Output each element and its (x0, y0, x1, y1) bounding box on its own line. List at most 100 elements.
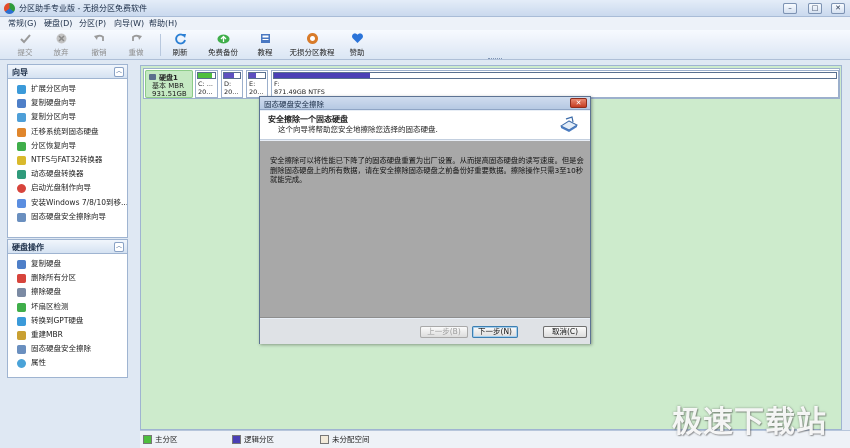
heart-icon (351, 33, 363, 43)
disk-op-label: 属性 (31, 358, 46, 368)
partition-d[interactable]: D: 20... (221, 70, 243, 98)
wizard-item-extend-partition[interactable]: 扩展分区向导 (8, 82, 127, 96)
tutorial-label: 教程 (257, 48, 273, 57)
partition-f[interactable]: F: 871.49GB NTFS (271, 70, 839, 98)
next-button[interactable]: 下一步(N) (472, 326, 518, 338)
dialog-close-button[interactable]: ✕ (570, 98, 587, 108)
wizard-panel: 向导 ︿ 扩展分区向导 复制硬盘向导 复制分区向导 迁移系统到固态硬盘 分区恢复… (7, 64, 128, 238)
apply-button[interactable]: 提交 (12, 32, 38, 58)
partition-f-size: 871.49GB NTFS (274, 88, 325, 96)
check-icon (19, 34, 31, 44)
wizard-item-label: 迁移系统到固态硬盘 (31, 126, 99, 136)
app-logo-icon (4, 3, 15, 14)
partition-c[interactable]: C: ... 20... (195, 70, 218, 98)
disk-op-wipe[interactable]: 擦除硬盘 (8, 285, 127, 299)
back-button[interactable]: 上一步(B) (420, 326, 468, 338)
disk-info[interactable]: 硬盘1 基本 MBR 931.51GB (145, 70, 193, 98)
partition-tutorial-button[interactable]: 无损分区教程 (287, 32, 337, 58)
disk-op-convert-gpt[interactable]: 转换到GPT硬盘 (8, 314, 127, 328)
delete-partitions-icon (17, 274, 26, 284)
wizard-panel-title: 向导 (12, 68, 28, 77)
wizard-item-label: 固态硬盘安全擦除向导 (31, 211, 106, 221)
legend-unallocated-swatch (320, 435, 329, 444)
wizard-item-ntfs-fat32[interactable]: NTFS与FAT32转换器 (8, 153, 127, 167)
collapse-chevron-icon[interactable]: ︿ (114, 67, 124, 77)
menu-help[interactable]: 帮助(H) (149, 18, 177, 29)
wizard-item-copy-partition[interactable]: 复制分区向导 (8, 110, 127, 124)
dialog-description: 安全擦除可以将性能已下降了的固态硬盘重置为出厂设置。从而提高固态硬盘的读写速度。… (270, 156, 584, 184)
toolbar: 提交 放弃 撤销 重做 刷新 免费备份 教程 无损分区教程 赞助 (0, 30, 850, 60)
wizard-item-dynamic-disk[interactable]: 动态硬盘转换器 (8, 167, 127, 181)
refresh-icon (174, 33, 186, 45)
minimize-button[interactable]: – (783, 3, 797, 14)
disk-row[interactable]: 硬盘1 基本 MBR 931.51GB C: ... 20... D: 20..… (143, 68, 840, 99)
wizard-item-partition-recovery[interactable]: 分区恢复向导 (8, 139, 127, 153)
collapse-chevron-icon[interactable]: ︿ (114, 242, 124, 252)
disk-op-label: 复制硬盘 (31, 259, 61, 268)
disk-op-delete-all[interactable]: 删除所有分区 (8, 271, 127, 285)
wizard-item-install-windows[interactable]: 安装Windows 7/8/10到移... (8, 196, 127, 210)
backup-icon (217, 34, 229, 44)
close-button[interactable]: ✕ (831, 3, 845, 14)
disk-op-bad-sector[interactable]: 坏扇区检测 (8, 300, 127, 314)
wizard-item-label: 分区恢复向导 (31, 140, 76, 150)
window-title: 分区助手专业版 - 无损分区免费软件 (19, 4, 147, 13)
wizard-item-copy-disk[interactable]: 复制硬盘向导 (8, 96, 127, 110)
partition-f-usage-fill (274, 73, 370, 78)
disk-operations-panel: 硬盘操作 ︿ 复制硬盘 删除所有分区 擦除硬盘 坏扇区检测 转换到GPT硬盘 重… (7, 239, 128, 378)
watermark: 极速下载站 (672, 405, 827, 440)
partition-e[interactable]: E: 20... (246, 70, 268, 98)
toolbar-separator (160, 34, 161, 56)
partition-recovery-icon (17, 141, 26, 151)
dialog-header-subtitle: 这个向导将帮助您安全地擦除您选择的固态硬盘. (278, 125, 438, 134)
partition-tutorial-label: 无损分区教程 (289, 48, 335, 57)
menu-general[interactable]: 常规(G) (8, 18, 36, 29)
copy-disk-icon (17, 260, 26, 269)
wizard-item-ssd-erase[interactable]: 固态硬盘安全擦除向导 (8, 210, 127, 224)
wizard-item-migrate-os[interactable]: 迁移系统到固态硬盘 (8, 125, 127, 139)
partition-c-usage-fill (198, 73, 213, 78)
legend-logical: 逻辑分区 (232, 435, 274, 444)
disk-op-ssd-erase[interactable]: 固态硬盘安全擦除 (8, 342, 127, 356)
wizard-item-label: 复制分区向导 (31, 112, 76, 122)
disk-op-properties[interactable]: 属性 (8, 356, 127, 370)
refresh-button[interactable]: 刷新 (167, 32, 193, 58)
sponsor-label: 赞助 (349, 48, 365, 57)
dialog-title-bar[interactable]: 固态硬盘安全擦除 ✕ (260, 97, 590, 110)
partition-d-usage-bar (223, 72, 241, 79)
partition-e-size: 20... (249, 88, 264, 96)
bad-sector-icon (17, 302, 26, 312)
menu-partition[interactable]: 分区(P) (79, 18, 106, 29)
wizard-item-boot-cd[interactable]: 启动光盘制作向导 (8, 181, 127, 195)
partition-c-size: 20... (198, 88, 213, 96)
tutorial-button[interactable]: 教程 (252, 32, 278, 58)
undo-button[interactable]: 撤销 (86, 32, 112, 58)
cancel-button[interactable]: 取消(C) (543, 326, 587, 338)
dialog-footer: 上一步(B) 下一步(N) 取消(C) (260, 319, 590, 344)
disk-op-rebuild-mbr[interactable]: 重建MBR (8, 328, 127, 342)
partition-e-usage-fill (249, 73, 257, 78)
free-backup-button[interactable]: 免费备份 (203, 32, 243, 58)
partition-d-size: 20... (224, 88, 239, 96)
disk-op-copy-disk[interactable]: 复制硬盘 (8, 257, 127, 271)
properties-icon (17, 359, 26, 369)
splitter-grip[interactable] (488, 58, 502, 61)
wizard-item-label: 复制硬盘向导 (31, 98, 76, 108)
wipe-disk-icon (17, 288, 26, 298)
redo-button[interactable]: 重做 (123, 32, 149, 58)
ssd-erase-icon (17, 212, 26, 222)
sponsor-button[interactable]: 赞助 (344, 32, 370, 58)
migrate-os-icon (17, 127, 26, 137)
boot-cd-icon (17, 184, 26, 194)
discard-button[interactable]: 放弃 (48, 32, 74, 58)
rebuild-mbr-icon (17, 330, 26, 340)
ssd-erase-icon (17, 345, 26, 355)
disk-op-label: 转换到GPT硬盘 (31, 315, 84, 325)
title-bar: 分区助手专业版 - 无损分区免费软件 – □ ✕ (0, 0, 850, 17)
maximize-button[interactable]: □ (808, 3, 822, 14)
disk-size: 931.51GB (152, 90, 187, 98)
partition-e-letter: E: (249, 80, 256, 88)
menu-disk[interactable]: 硬盘(D) (44, 18, 72, 29)
wizard-item-label: NTFS与FAT32转换器 (31, 154, 103, 164)
menu-wizard[interactable]: 向导(W) (114, 18, 144, 29)
